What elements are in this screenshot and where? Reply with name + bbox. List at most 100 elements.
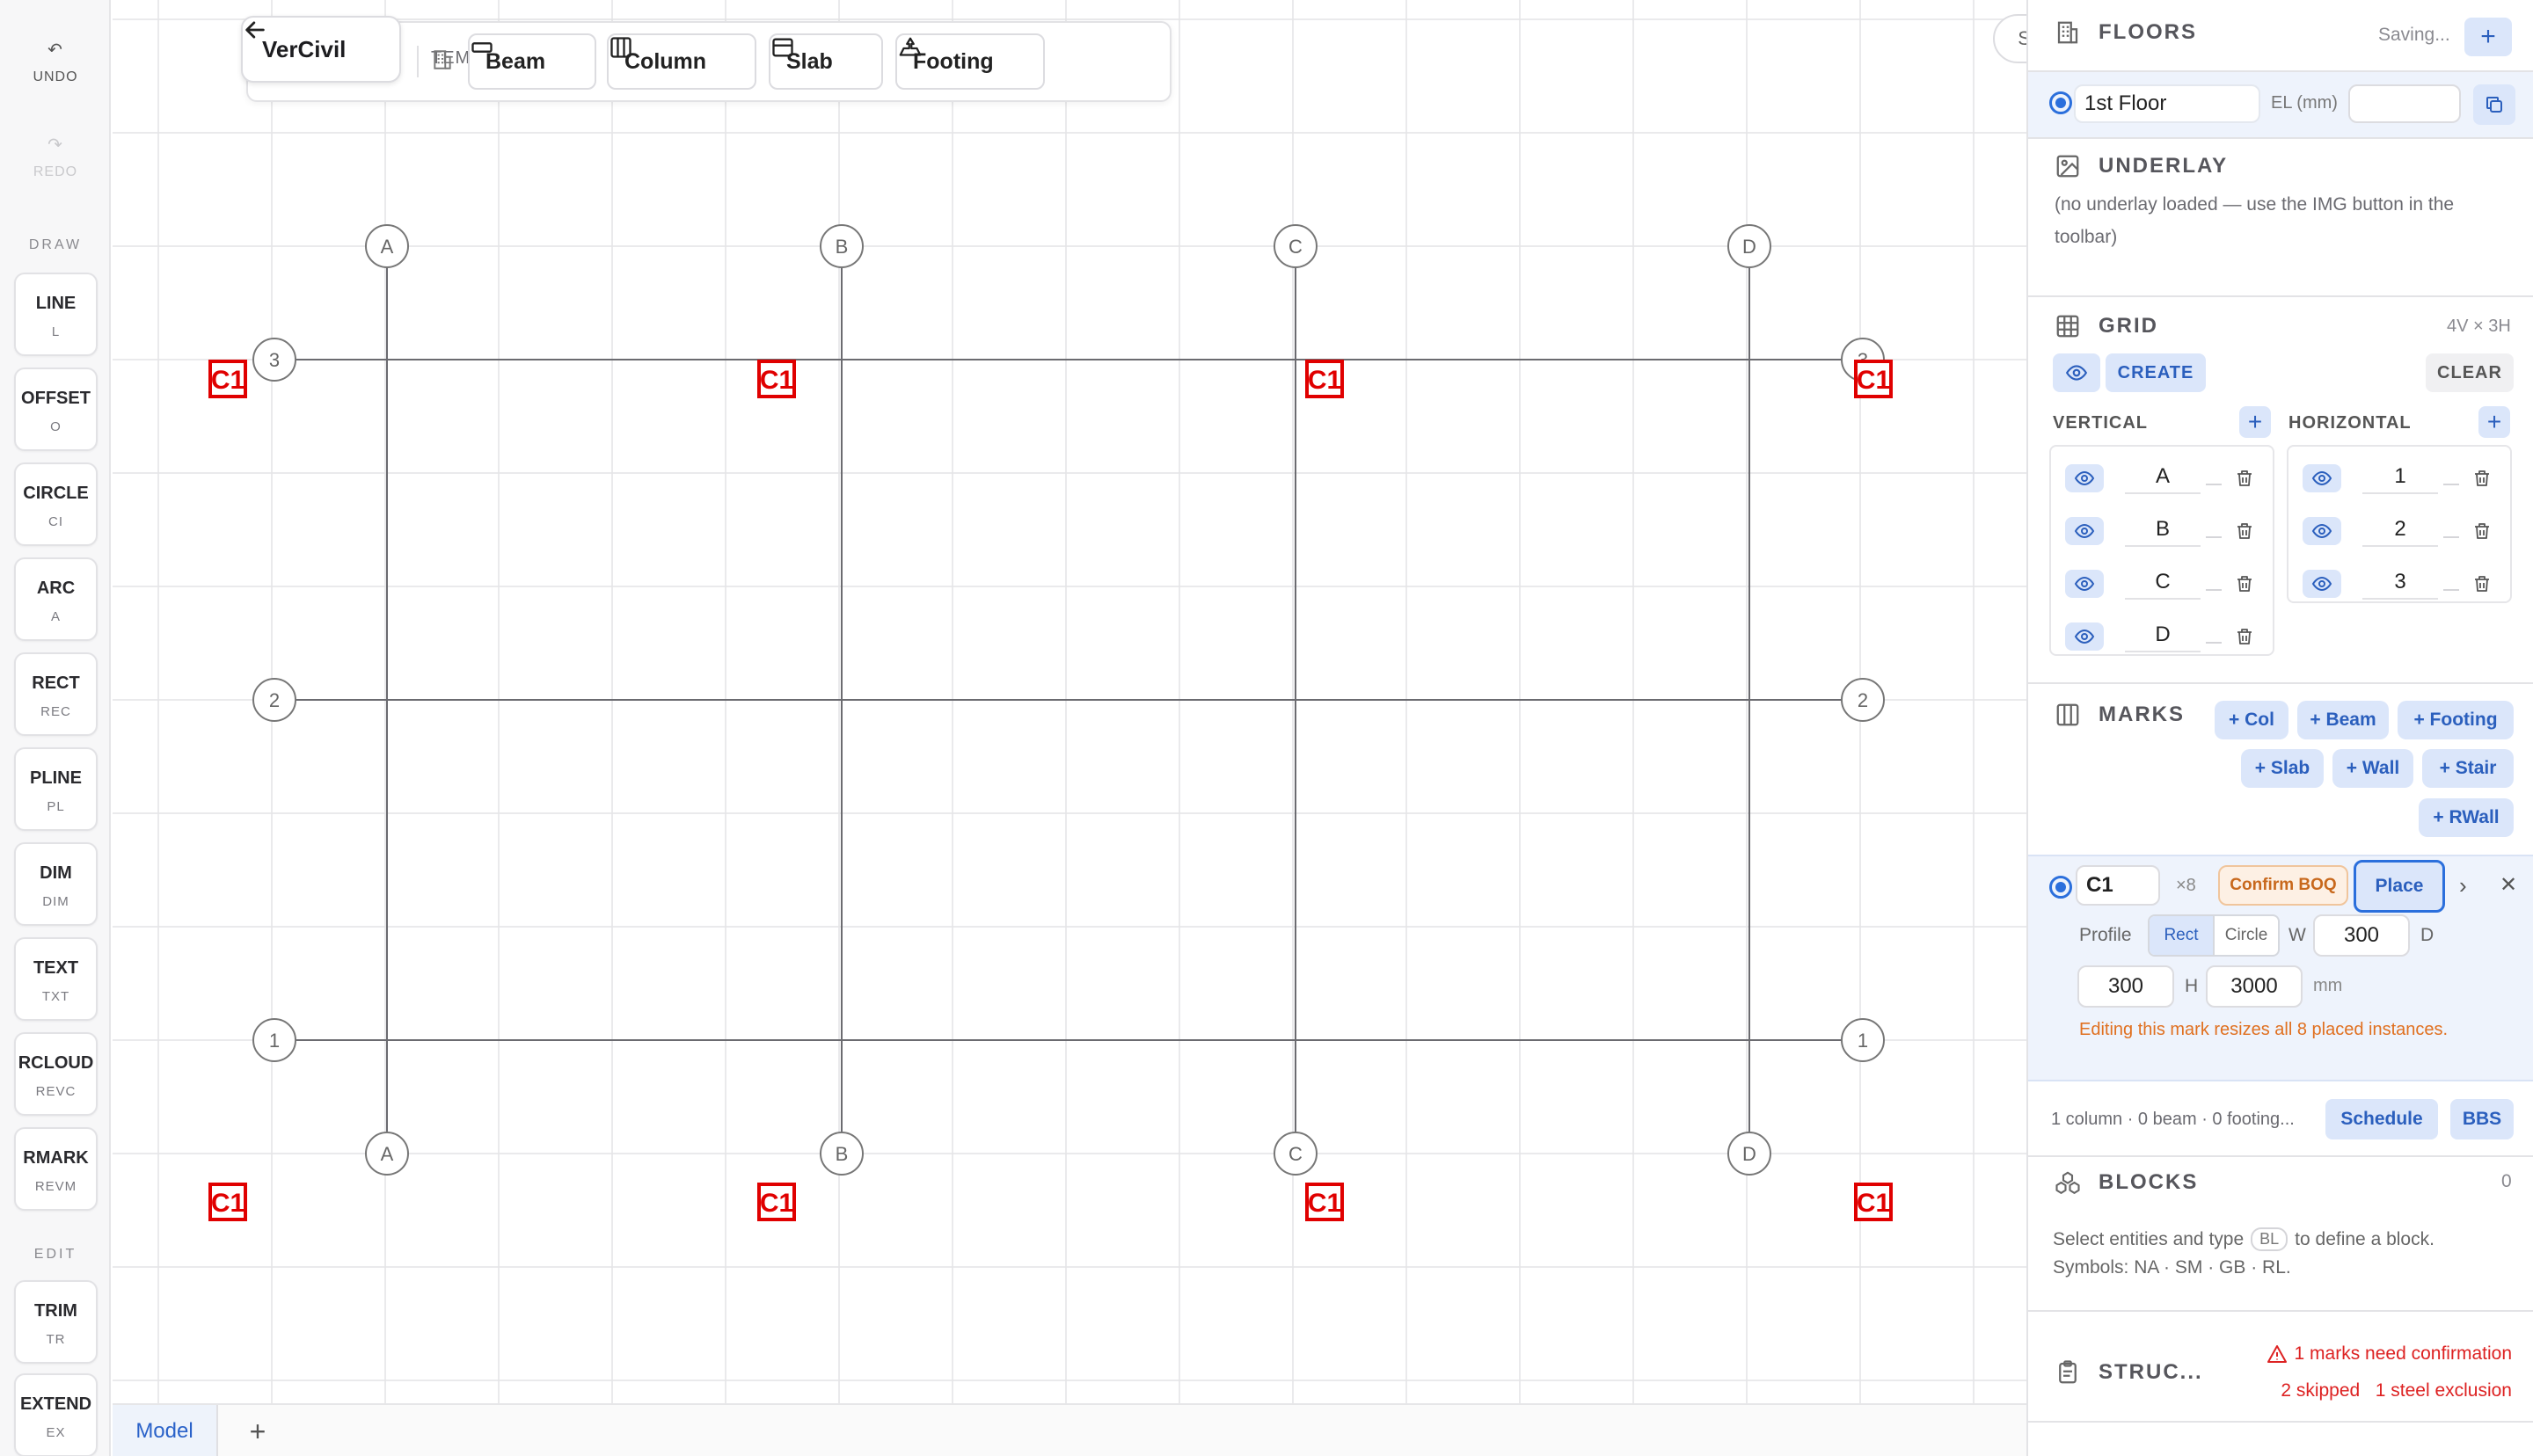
- grid-line-name-input[interactable]: C: [2125, 570, 2201, 600]
- tool-dim[interactable]: DIM DIM: [14, 842, 98, 926]
- tool-arc[interactable]: ARC A: [14, 557, 98, 641]
- depth-input[interactable]: 300: [2077, 965, 2174, 1008]
- grid-line-name-input[interactable]: A: [2125, 464, 2201, 494]
- elevation-input[interactable]: [2348, 84, 2461, 123]
- tool-circle[interactable]: CIRCLE CI: [14, 462, 98, 546]
- tool-line[interactable]: LINE L: [14, 273, 98, 356]
- bbs-button[interactable]: BBS: [2450, 1099, 2514, 1139]
- footing-icon: [899, 37, 922, 56]
- add-horizontal-button[interactable]: +: [2478, 406, 2510, 438]
- add-slab-mark-button[interactable]: + Slab: [2241, 749, 2324, 788]
- tool-rcloud[interactable]: RCLOUD REVC: [14, 1032, 98, 1116]
- tool-shortcut: L: [51, 324, 61, 339]
- add-vertical-button[interactable]: +: [2239, 406, 2271, 438]
- add-footing-mark-button[interactable]: + Footing: [2398, 701, 2514, 739]
- undo-button[interactable]: ↶ UNDO: [0, 39, 111, 85]
- grid-create-button[interactable]: CREATE: [2106, 353, 2206, 392]
- redo-icon: ↷: [47, 135, 63, 155]
- grid-bubble-label: C: [1288, 236, 1303, 258]
- tool-pline[interactable]: PLINE PL: [14, 747, 98, 831]
- grid-line-visibility-toggle[interactable]: [2303, 570, 2341, 598]
- struc-header[interactable]: STRUC...: [2055, 1359, 2203, 1386]
- delete-grid-line-button[interactable]: [2234, 573, 2255, 599]
- copy-floor-button[interactable]: [2473, 84, 2515, 125]
- tool-offset[interactable]: OFFSET O: [14, 368, 98, 451]
- eye-icon: [2311, 523, 2332, 539]
- warning-text: 1 marks need confirmation: [2294, 1343, 2512, 1364]
- grid-line-name-input[interactable]: 3: [2362, 570, 2438, 600]
- redo-label: REDO: [33, 164, 78, 179]
- floor-name-input[interactable]: 1st Floor: [2074, 84, 2260, 123]
- grid-clear-button[interactable]: CLEAR: [2426, 353, 2514, 392]
- resize-warning: Editing this mark resizes all 8 placed i…: [2079, 1020, 2449, 1039]
- grid-bubble-label: B: [836, 1143, 849, 1165]
- grid-line-name-input[interactable]: 1: [2362, 464, 2438, 494]
- expand-chevron-icon[interactable]: ›: [2459, 872, 2467, 899]
- divider: [2028, 1421, 2533, 1423]
- add-stair-mark-button[interactable]: + Stair: [2422, 749, 2514, 788]
- horizontal-label: HORIZONTAL: [2288, 413, 2412, 433]
- column-tags: C1 C1 C1 C1C1 C1 C1 C1: [208, 360, 1893, 1221]
- skip-summary: 2 skipped 1 steel exclusion: [2281, 1380, 2512, 1401]
- divider: [2206, 536, 2222, 538]
- confirm-boq-button[interactable]: Confirm BOQ: [2218, 865, 2348, 906]
- floor-row[interactable]: 1st Floor EL (mm): [2028, 72, 2533, 137]
- add-wall-mark-button[interactable]: + Wall: [2332, 749, 2413, 788]
- column-tag-label: C1: [211, 366, 245, 395]
- schedule-button[interactable]: Schedule: [2325, 1099, 2438, 1139]
- add-col-mark-button[interactable]: + Col: [2215, 701, 2288, 739]
- delete-grid-line-button[interactable]: [2234, 626, 2255, 652]
- template-column-button[interactable]: Column: [607, 33, 756, 90]
- tool-shortcut: O: [50, 419, 62, 434]
- add-rwall-mark-button[interactable]: + RWall: [2419, 798, 2514, 837]
- tool-name: PLINE: [30, 768, 82, 788]
- delete-grid-line-button[interactable]: [2471, 573, 2493, 599]
- clipboard-icon: [2059, 1360, 2077, 1384]
- grid-line-visibility-toggle[interactable]: [2303, 464, 2341, 492]
- height-input[interactable]: 3000: [2206, 965, 2303, 1008]
- blocks-icon: [2055, 1171, 2080, 1194]
- tab-model[interactable]: Model: [113, 1405, 218, 1456]
- add-tab-button[interactable]: +: [236, 1405, 280, 1456]
- tool-trim[interactable]: TRIM TR: [14, 1280, 98, 1364]
- delete-grid-line-button[interactable]: [2234, 468, 2255, 493]
- grid-line-name-input[interactable]: 2: [2362, 517, 2438, 547]
- tool-extend[interactable]: EXTEND EX: [14, 1373, 98, 1456]
- profile-circle-option[interactable]: Circle: [2213, 916, 2278, 955]
- template-footing-button[interactable]: Footing: [895, 33, 1045, 90]
- width-input[interactable]: 300: [2313, 914, 2410, 957]
- tool-rect[interactable]: RECT REC: [14, 652, 98, 736]
- mark-radio[interactable]: [2049, 876, 2072, 899]
- add-beam-mark-button[interactable]: + Beam: [2297, 701, 2389, 739]
- shortcut-key: BL: [2251, 1227, 2288, 1251]
- delete-grid-line-button[interactable]: [2234, 521, 2255, 546]
- delete-grid-line-button[interactable]: [2471, 468, 2493, 493]
- drawing-canvas[interactable]: AABBCCDD332211 C1C1C1C1C1C1C1C1 VerCivil…: [113, 0, 2026, 1403]
- tool-shortcut: TXT: [41, 989, 70, 1004]
- grid-line-name-input[interactable]: B: [2125, 517, 2201, 547]
- floor-radio[interactable]: [2049, 91, 2072, 114]
- grid-line-visibility-toggle[interactable]: [2065, 464, 2104, 492]
- template-slab-button[interactable]: Slab: [769, 33, 883, 90]
- tool-name: EXTEND: [19, 1394, 92, 1414]
- grid-line-visibility-toggle[interactable]: [2065, 517, 2104, 545]
- add-floor-button[interactable]: +: [2464, 18, 2512, 56]
- grid-line-visibility-toggle[interactable]: [2065, 570, 2104, 598]
- close-icon[interactable]: ✕: [2500, 872, 2517, 898]
- grid-line-visibility-toggle[interactable]: [2303, 517, 2341, 545]
- mark-name-input[interactable]: C1: [2076, 865, 2160, 906]
- grid-title: GRID: [2099, 314, 2158, 338]
- delete-grid-line-button[interactable]: [2471, 521, 2493, 546]
- trash-icon: [2237, 470, 2252, 486]
- divider: [2206, 642, 2222, 644]
- back-button[interactable]: VerCivil: [241, 16, 401, 83]
- tool-rmark[interactable]: RMARK REVM: [14, 1127, 98, 1211]
- redo-button[interactable]: ↷ REDO: [0, 134, 111, 180]
- grid-line-name-input[interactable]: D: [2125, 622, 2201, 652]
- tool-text[interactable]: TEXT TXT: [14, 937, 98, 1021]
- place-button[interactable]: Place: [2354, 860, 2445, 913]
- template-beam-button[interactable]: Beam: [468, 33, 596, 90]
- grid-line-visibility-toggle[interactable]: [2065, 622, 2104, 651]
- profile-rect-option[interactable]: Rect: [2150, 916, 2213, 955]
- grid-visibility-toggle[interactable]: [2053, 353, 2100, 392]
